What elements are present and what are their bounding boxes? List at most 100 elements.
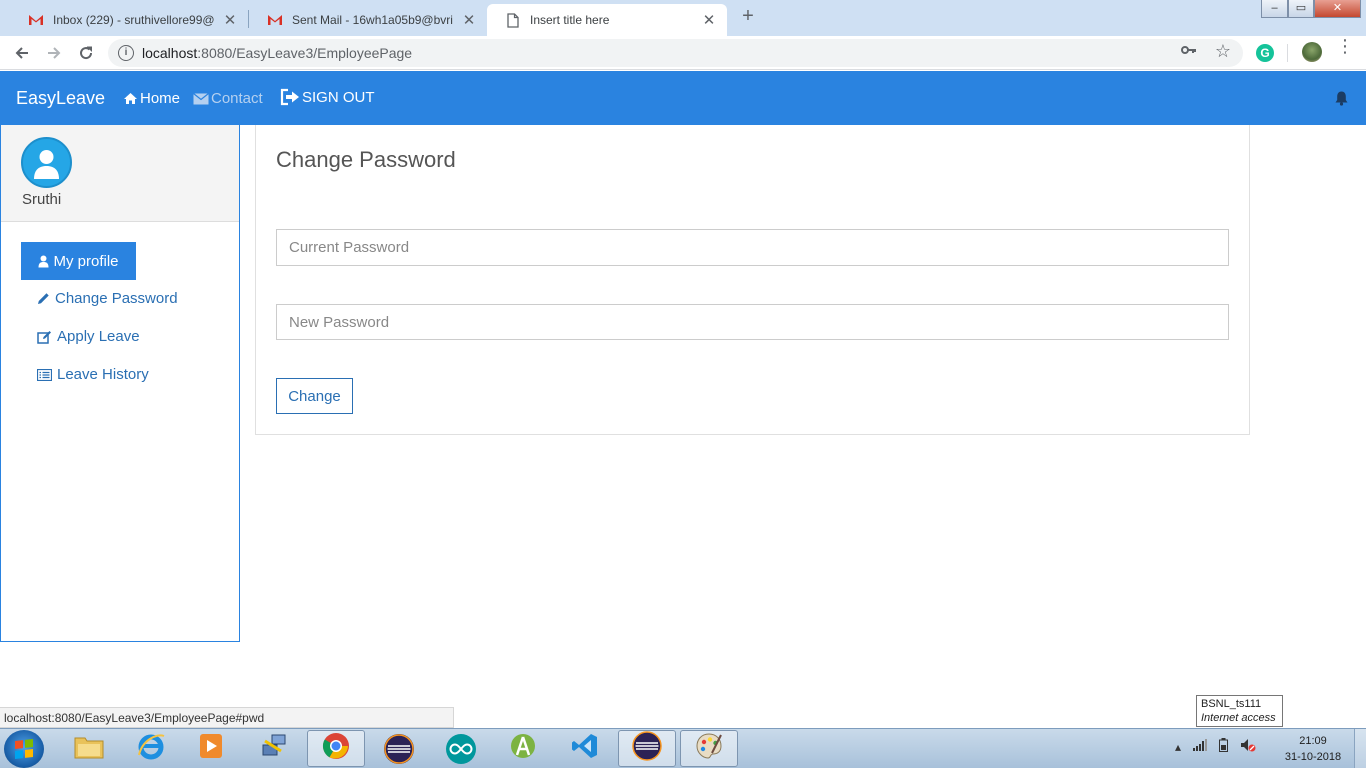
sidebar-item-change-password[interactable]: Change Password bbox=[37, 290, 178, 307]
url-text: localhost:8080/EasyLeave3/EmployeePage bbox=[142, 45, 412, 61]
forward-button[interactable] bbox=[42, 41, 66, 65]
vscode-icon bbox=[571, 732, 599, 765]
profile-avatar[interactable] bbox=[1302, 42, 1322, 62]
reload-button[interactable] bbox=[74, 41, 98, 65]
tab-title: Sent Mail - 16wh1a05b9@bvrithy bbox=[292, 13, 453, 27]
gmail-icon bbox=[28, 12, 44, 28]
avatar bbox=[21, 137, 72, 188]
network-status: Internet access bbox=[1201, 712, 1276, 724]
taskbar-ie[interactable] bbox=[122, 730, 180, 767]
chrome-icon bbox=[321, 731, 351, 766]
new-password-field[interactable] bbox=[276, 304, 1229, 340]
sidebar-item-my-profile[interactable]: My profile bbox=[21, 242, 136, 280]
nav-home-label: Home bbox=[140, 90, 181, 107]
sidebar-item-leave-history[interactable]: Leave History bbox=[37, 366, 149, 383]
star-icon[interactable]: ☆ bbox=[1215, 41, 1231, 62]
address-bar: i localhost:8080/EasyLeave3/EmployeePage… bbox=[0, 36, 1366, 70]
key-icon[interactable] bbox=[1181, 43, 1197, 59]
url-field[interactable]: i localhost:8080/EasyLeave3/EmployeePage… bbox=[108, 39, 1243, 67]
nav-signout-link[interactable]: SIGN OUT bbox=[280, 88, 375, 106]
sidebar-item-label: Apply Leave bbox=[57, 328, 140, 345]
back-button[interactable] bbox=[10, 41, 34, 65]
user-icon bbox=[38, 255, 49, 268]
window-close-button[interactable]: ✕ bbox=[1314, 0, 1361, 18]
taskbar-paint[interactable] bbox=[680, 730, 738, 767]
menu-dots-icon[interactable]: ⋮ bbox=[1336, 37, 1354, 55]
sidebar: Sruthi My profile Change Password Apply … bbox=[0, 125, 240, 642]
new-tab-button[interactable]: + bbox=[735, 6, 761, 28]
pencil-icon bbox=[37, 292, 50, 305]
eclipse-icon bbox=[384, 733, 414, 764]
sidebar-item-label: My profile bbox=[53, 252, 119, 270]
browser-tab-strip: Inbox (229) - sruthivellore99@gm ✕ Sent … bbox=[0, 0, 1366, 36]
tab-title: Insert title here bbox=[530, 13, 610, 27]
envelope-icon bbox=[193, 92, 209, 105]
signal-icon[interactable] bbox=[1193, 739, 1208, 754]
close-icon[interactable]: ✕ bbox=[461, 11, 477, 29]
close-icon[interactable]: ✕ bbox=[701, 11, 717, 29]
bell-icon[interactable] bbox=[1334, 90, 1349, 111]
home-icon bbox=[123, 92, 138, 105]
sign-out-icon bbox=[280, 88, 300, 106]
tab-sent-mail[interactable]: Sent Mail - 16wh1a05b9@bvrithy ✕ bbox=[249, 4, 487, 36]
edit-icon bbox=[37, 330, 52, 344]
volume-muted-icon[interactable] bbox=[1240, 738, 1256, 755]
network-name: BSNL_ts111 bbox=[1201, 698, 1262, 710]
minimize-button[interactable]: – bbox=[1261, 0, 1288, 18]
list-icon bbox=[37, 368, 52, 381]
url-host: localhost bbox=[142, 45, 198, 61]
nav-signout-label: SIGN OUT bbox=[302, 88, 375, 106]
arduino-icon bbox=[446, 733, 476, 764]
app-navbar: EasyLeave Home Contact SIGN OUT bbox=[0, 71, 1366, 125]
show-desktop-button[interactable] bbox=[1354, 729, 1366, 768]
tab-insert-title[interactable]: Insert title here ✕ bbox=[487, 4, 727, 36]
network-tooltip: BSNL_ts111 Internet access bbox=[1196, 695, 1283, 727]
taskbar-android-studio[interactable] bbox=[494, 730, 552, 767]
network-computer-icon bbox=[259, 731, 289, 766]
taskbar-eclipse-active[interactable] bbox=[618, 730, 676, 767]
tab-inbox[interactable]: Inbox (229) - sruthivellore99@gm ✕ bbox=[10, 4, 248, 36]
maximize-button[interactable]: ▭ bbox=[1288, 0, 1314, 18]
page-title: Change Password bbox=[276, 147, 456, 172]
sidebar-profile-header: Sruthi bbox=[1, 125, 239, 222]
close-icon[interactable]: ✕ bbox=[222, 11, 238, 29]
tray-expand-icon[interactable]: ▴ bbox=[1175, 740, 1181, 754]
windows-logo-icon bbox=[15, 739, 33, 759]
clock-date: 31-10-2018 bbox=[1284, 751, 1342, 763]
eclipse-icon bbox=[632, 731, 662, 766]
gmail-icon bbox=[267, 12, 283, 28]
taskbar-vscode[interactable] bbox=[556, 730, 614, 767]
taskbar-chrome[interactable] bbox=[307, 730, 365, 767]
taskbar-network-app[interactable] bbox=[245, 730, 303, 767]
sidebar-item-label: Change Password bbox=[55, 290, 178, 307]
android-studio-icon bbox=[508, 731, 538, 766]
brand-logo[interactable]: EasyLeave bbox=[16, 88, 105, 109]
taskbar-eclipse[interactable] bbox=[370, 730, 428, 767]
taskbar: ▴ 21:09 31-10-2018 bbox=[0, 728, 1366, 768]
folder-icon bbox=[74, 733, 104, 764]
sidebar-item-apply-leave[interactable]: Apply Leave bbox=[37, 328, 140, 345]
page-icon bbox=[505, 12, 521, 28]
clock-time: 21:09 bbox=[1299, 735, 1327, 747]
current-password-field[interactable] bbox=[276, 229, 1229, 266]
info-icon[interactable]: i bbox=[118, 45, 134, 61]
toolbar-divider bbox=[1287, 44, 1288, 62]
status-url-bubble: localhost:8080/EasyLeave3/EmployeePage#p… bbox=[0, 707, 454, 728]
grammarly-extension-icon[interactable]: G bbox=[1256, 44, 1274, 62]
internet-explorer-icon bbox=[136, 731, 166, 766]
taskbar-clock[interactable]: 21:09 31-10-2018 bbox=[1278, 733, 1348, 765]
start-button[interactable] bbox=[4, 730, 44, 768]
nav-home-link[interactable]: Home bbox=[123, 90, 180, 107]
change-button[interactable]: Change bbox=[276, 378, 353, 414]
paint-palette-icon bbox=[694, 731, 724, 766]
change-password-panel: Change Password Change bbox=[255, 125, 1250, 435]
user-name: Sruthi bbox=[22, 191, 62, 208]
taskbar-explorer[interactable] bbox=[60, 730, 118, 767]
taskbar-media-player[interactable] bbox=[182, 730, 240, 767]
battery-icon[interactable] bbox=[1219, 738, 1229, 755]
system-tray: ▴ bbox=[1175, 738, 1256, 755]
url-path: :8080/EasyLeave3/EmployeePage bbox=[197, 45, 413, 61]
nav-contact-link[interactable]: Contact bbox=[193, 90, 263, 107]
sidebar-item-label: Leave History bbox=[57, 366, 149, 383]
taskbar-arduino[interactable] bbox=[432, 730, 490, 767]
